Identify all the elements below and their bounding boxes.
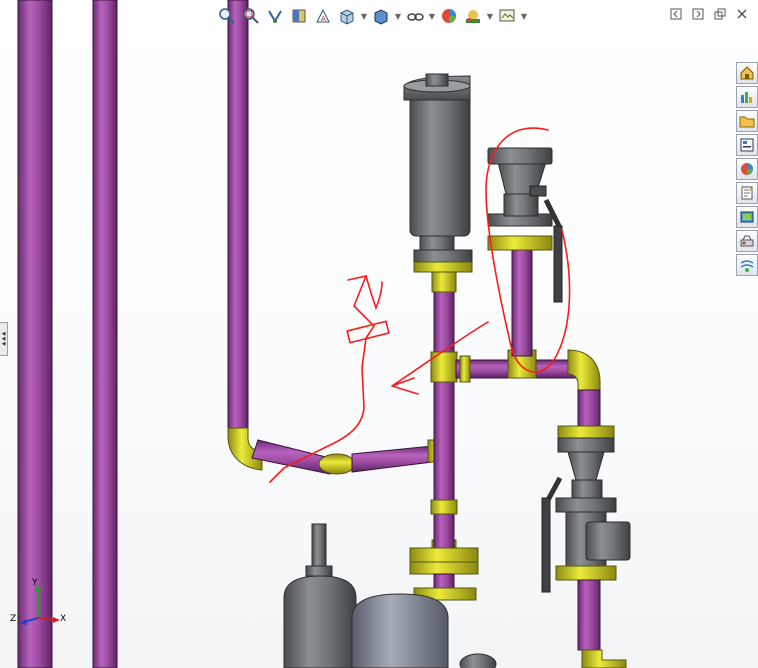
chevron-down-icon[interactable]: ▼ <box>394 5 402 27</box>
triad-y-label: Y <box>32 578 38 588</box>
previous-view-icon[interactable] <box>264 5 286 27</box>
coupling-fitting <box>318 453 356 475</box>
heads-up-view-toolbar: A ▼ ▼ ▼ ▼ ▼ <box>216 4 528 28</box>
reference-triad: Y X Z <box>8 576 68 636</box>
dynamic-annotation-view-icon[interactable]: A <box>312 5 334 27</box>
zoom-to-fit-icon[interactable] <box>216 5 238 27</box>
valve-handle <box>553 225 563 303</box>
horizontal-pipe <box>251 439 331 475</box>
flange <box>413 261 473 273</box>
chevron-down-icon[interactable]: ▼ <box>360 5 368 27</box>
chevron-down-icon[interactable]: ▼ <box>520 5 528 27</box>
vertical-pipe <box>433 509 455 551</box>
vertical-pipe <box>577 389 601 431</box>
tile-horizontal-icon[interactable] <box>668 6 684 22</box>
elbow-fitting <box>459 355 471 383</box>
elbow-fitting <box>567 349 601 393</box>
display-style-icon[interactable] <box>370 5 392 27</box>
triad-z-label: Z <box>10 614 17 624</box>
task-pane-tabs <box>736 62 758 276</box>
flow-simulation-icon[interactable] <box>736 254 758 276</box>
chevron-down-icon[interactable]: ▼ <box>428 5 436 27</box>
flange <box>555 565 617 581</box>
view-orientation-icon[interactable] <box>336 5 358 27</box>
zoom-to-area-icon[interactable] <box>240 5 262 27</box>
flange <box>413 249 473 263</box>
close-icon[interactable] <box>734 6 750 22</box>
view-palette-icon[interactable] <box>736 134 758 156</box>
toolbox-icon[interactable] <box>736 230 758 252</box>
tile-vertical-icon[interactable] <box>690 6 706 22</box>
feature-manager-collapse-handle[interactable]: ◀ ◀ ◀ <box>0 322 8 356</box>
triad-axes <box>20 584 60 625</box>
horizontal-pipe <box>351 445 433 473</box>
document-window-controls <box>668 6 750 22</box>
flange <box>487 147 553 165</box>
chevron-down-icon[interactable]: ▼ <box>486 5 494 27</box>
triad-x-label: X <box>60 614 67 624</box>
custom-properties-icon[interactable] <box>736 182 758 204</box>
valve-handle <box>545 476 563 502</box>
vertical-pipe <box>92 0 118 668</box>
hide-show-items-icon[interactable] <box>404 5 426 27</box>
chevron-left-icon: ◀ <box>1 340 6 347</box>
receiver-tank <box>283 575 357 668</box>
design-library-icon[interactable] <box>736 206 758 228</box>
flange <box>409 561 479 575</box>
flange <box>555 497 617 513</box>
vertical-pipe <box>511 249 533 357</box>
graphics-area[interactable]: A ▼ ▼ ▼ ▼ ▼ ◀ ◀ ◀ Y X Z <box>0 0 758 668</box>
filter-housing <box>409 85 471 237</box>
valve-handle <box>541 497 551 593</box>
flange <box>557 437 615 453</box>
vertical-pipe <box>17 0 53 668</box>
pipe-assembly-model[interactable] <box>0 0 758 668</box>
coupling-fitting <box>430 499 458 515</box>
receiver-tank <box>351 593 449 668</box>
vertical-pipe <box>577 579 601 651</box>
appearances-icon[interactable] <box>736 158 758 180</box>
resources-icon[interactable] <box>736 86 758 108</box>
section-view-icon[interactable] <box>288 5 310 27</box>
file-explorer-icon[interactable] <box>736 110 758 132</box>
flange <box>557 425 615 439</box>
svg-text:A: A <box>321 15 326 23</box>
apply-scene-icon[interactable] <box>462 5 484 27</box>
home-icon[interactable] <box>736 62 758 84</box>
check-valve <box>585 521 631 561</box>
edit-appearance-icon[interactable] <box>438 5 460 27</box>
view-settings-icon[interactable] <box>496 5 518 27</box>
elbow-fitting <box>581 649 627 668</box>
restore-icon[interactable] <box>712 6 728 22</box>
coupling-fitting <box>431 269 457 293</box>
flange <box>409 547 479 563</box>
valve-handle <box>529 185 547 197</box>
vertical-pipe <box>227 0 249 433</box>
flange <box>487 235 553 251</box>
